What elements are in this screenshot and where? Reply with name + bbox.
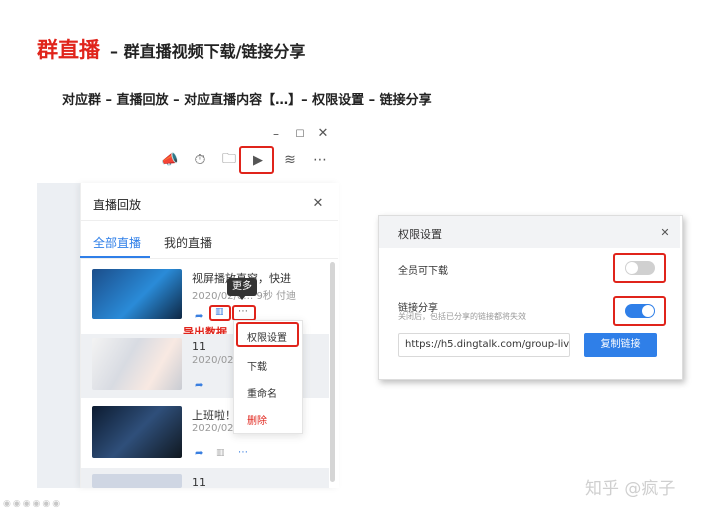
slide-controls[interactable]: ◉◉◉◉◉◉ <box>3 499 62 509</box>
video-thumbnail <box>92 474 182 488</box>
bar-chart-icon[interactable]: ▥ <box>216 448 225 458</box>
link-share-toggle[interactable] <box>625 304 655 318</box>
panel-close-icon[interactable]: ✕ <box>310 195 326 211</box>
page-title: – 群直播视频下载/链接分享 <box>110 42 306 61</box>
video-title: 11 <box>192 340 206 353</box>
video-thumbnail <box>92 338 182 390</box>
announcement-icon[interactable]: 📣 <box>160 150 180 170</box>
video-title: 上班啦！ <box>192 409 236 422</box>
more-dots-icon[interactable]: ⋯ <box>238 447 248 458</box>
title-highlight: 群直播 <box>37 38 100 62</box>
permissions-highlight <box>236 322 299 347</box>
link-share-desc: 关闭后，包括已分享的链接都将失效 <box>398 312 526 321</box>
bar-chart-icon[interactable]: ▥ <box>215 307 224 317</box>
all-download-toggle[interactable] <box>625 261 655 275</box>
maximize-icon[interactable]: ☐ <box>292 127 308 141</box>
video-title: 11 <box>192 476 206 489</box>
video-thumbnail <box>92 406 182 458</box>
live-replay-icon[interactable]: ▶ <box>248 150 268 170</box>
scrollbar[interactable] <box>330 262 335 482</box>
share-icon[interactable]: ➦ <box>195 311 203 322</box>
video-thumbnail <box>92 269 182 319</box>
more-dots-icon[interactable]: ⋯ <box>238 306 248 317</box>
link-field[interactable]: https://h5.dingtalk.com/group-liv… <box>398 333 570 357</box>
sidebar-strip <box>37 183 81 488</box>
close-window-icon[interactable]: ✕ <box>315 126 331 141</box>
menu-item-rename[interactable]: 重命名 <box>234 385 302 400</box>
clock-icon[interactable]: ⏱ <box>190 150 210 170</box>
more-icon[interactable]: ⋯ <box>310 150 330 170</box>
minimize-icon[interactable]: – <box>268 127 284 141</box>
tab-my-live[interactable]: 我的直播 <box>164 234 212 251</box>
dialog-close-icon[interactable]: ✕ <box>658 225 672 239</box>
watermark: 知乎 @疯子 <box>585 479 676 499</box>
tooltip: 更多 <box>227 278 257 296</box>
copy-link-button[interactable]: 复制链接 <box>584 333 657 357</box>
tooltip-arrow <box>238 295 246 300</box>
tab-all-live[interactable]: 全部直播 <box>93 234 141 251</box>
menu-item-delete[interactable]: 删除 <box>234 412 302 427</box>
dialog-title: 权限设置 <box>398 228 442 241</box>
menu-item-download[interactable]: 下载 <box>234 358 302 373</box>
page-subtitle: 对应群 – 直播回放 – 对应直播内容【…】– 权限设置 – 链接分享 <box>62 93 432 108</box>
all-download-label: 全员可下载 <box>398 266 448 277</box>
layers-icon[interactable]: ≋ <box>280 150 300 170</box>
share-icon[interactable]: ➦ <box>195 380 203 391</box>
divider <box>80 220 338 221</box>
share-icon[interactable]: ➦ <box>195 448 203 459</box>
panel-title: 直播回放 <box>93 198 142 212</box>
divider <box>80 258 338 259</box>
folder-icon[interactable]: 🗀 <box>219 150 239 170</box>
